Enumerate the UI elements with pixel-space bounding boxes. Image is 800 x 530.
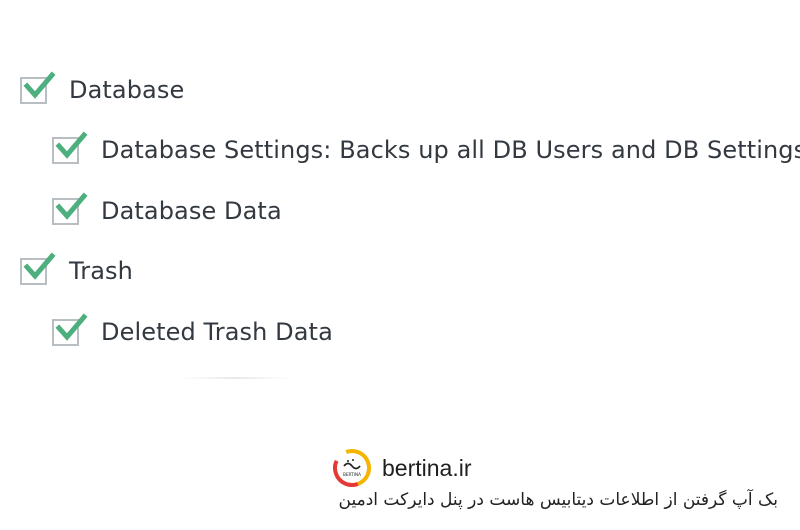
database-checkbox[interactable]: [20, 70, 56, 104]
option-label: Database Settings: Backs up all DB Users…: [101, 136, 800, 164]
brand-name: bertina.ir: [382, 454, 472, 481]
option-label: Database Data: [101, 197, 282, 225]
option-label: Deleted Trash Data: [101, 318, 333, 346]
bertina-logo-icon: BERTINA: [333, 449, 371, 487]
divider: [180, 377, 290, 379]
trash-checkbox[interactable]: [20, 251, 56, 285]
option-database-settings[interactable]: Database Settings: Backs up all DB Users…: [52, 130, 800, 170]
checkmark-icon: [23, 70, 56, 99]
option-label: Database: [69, 76, 185, 104]
option-deleted-trash-data[interactable]: Deleted Trash Data: [52, 312, 333, 352]
checkmark-icon: [55, 130, 88, 159]
caption: بک آپ گرفتن از اطلاعات دیتابیس هاست در پ…: [338, 490, 778, 510]
checkmark-icon: [55, 312, 88, 341]
deleted-trash-data-checkbox[interactable]: [52, 312, 88, 346]
option-database[interactable]: Database: [20, 70, 184, 110]
option-database-data[interactable]: Database Data: [52, 191, 282, 231]
checkmark-icon: [55, 191, 88, 220]
option-trash[interactable]: Trash: [20, 251, 133, 291]
logo-lettering: BERTINA: [343, 472, 361, 477]
checkmark-icon: [23, 251, 56, 280]
option-label: Trash: [69, 257, 133, 285]
brand: BERTINA bertina.ir: [332, 448, 471, 488]
database-data-checkbox[interactable]: [52, 191, 88, 225]
database-settings-checkbox[interactable]: [52, 130, 88, 164]
